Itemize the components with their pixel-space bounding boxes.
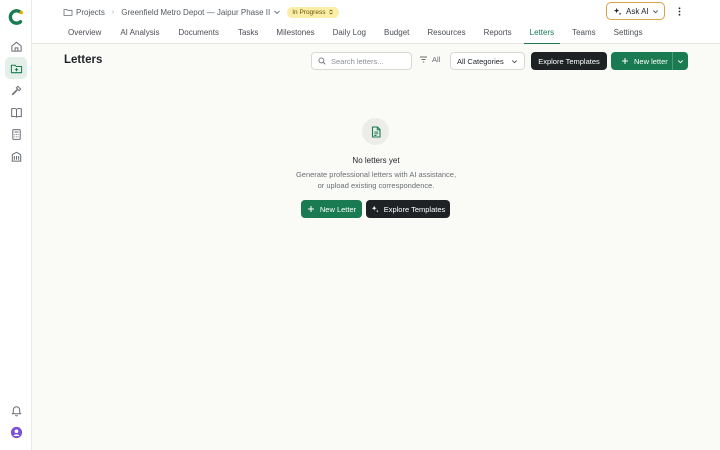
chevron-down-icon <box>677 59 684 63</box>
tab-budget[interactable]: Budget <box>384 28 409 44</box>
plus-icon <box>307 206 314 212</box>
sparkle-icon <box>613 7 622 15</box>
breadcrumb-project-name[interactable]: Greenfield Metro Depot — Jaipur Phase II <box>121 8 270 17</box>
sidebar-item-tools[interactable] <box>5 79 27 101</box>
notifications-button[interactable] <box>5 399 27 421</box>
new-letter-label: New letter <box>634 56 668 66</box>
empty-state-description: Generate professional letters with AI as… <box>0 169 720 191</box>
search-input[interactable]: Search letters... <box>311 52 412 70</box>
tab-teams[interactable]: Teams <box>572 28 596 44</box>
empty-state-icon-circle <box>362 118 389 145</box>
search-placeholder: Search letters... <box>331 56 384 66</box>
category-select-value: All Categories <box>457 56 504 66</box>
book-icon <box>10 107 22 118</box>
filter-label: All <box>432 55 441 64</box>
empty-state-description-line-1: Generate professional letters with AI as… <box>295 170 457 179</box>
empty-state-title: No letters yet <box>352 156 400 165</box>
tab-reports[interactable]: Reports <box>484 28 512 44</box>
explore-templates-label: Explore Templates <box>538 56 600 66</box>
tab-tasks[interactable]: Tasks <box>238 28 258 44</box>
empty-explore-templates-label: Explore Templates <box>383 204 446 214</box>
empty-explore-templates-button[interactable]: Explore Templates <box>366 200 450 218</box>
user-menu-button[interactable] <box>5 421 27 443</box>
user-avatar-icon <box>10 426 22 438</box>
plus-icon <box>622 58 628 64</box>
category-select[interactable]: All Categories <box>450 52 525 70</box>
ask-ai-label: Ask AI <box>626 6 649 16</box>
sidebar-item-estimates[interactable] <box>5 123 27 145</box>
bell-icon <box>11 405 21 416</box>
ask-ai-button[interactable]: Ask AI <box>606 2 665 20</box>
folder-icon <box>63 9 73 16</box>
tab-overview[interactable]: Overview <box>68 28 101 44</box>
search-icon <box>318 57 326 65</box>
empty-state-description-line-2: or upload existing correspondence. <box>317 181 435 190</box>
empty-new-letter-label: New Letter <box>319 204 357 214</box>
projects-icon <box>10 64 22 73</box>
tab-daily-log[interactable]: Daily Log <box>333 28 366 44</box>
tab-ai-analysis[interactable]: AI Analysis <box>120 28 159 44</box>
document-icon <box>371 125 381 138</box>
home-icon <box>10 41 22 52</box>
logo-icon[interactable] <box>7 8 25 26</box>
new-letter-dropdown-button[interactable] <box>672 52 688 70</box>
breadcrumb: Projects › Greenfield Metro Depot — Jaip… <box>63 5 340 19</box>
tab-settings[interactable]: Settings <box>614 28 643 44</box>
empty-new-letter-button[interactable]: New Letter <box>301 200 362 218</box>
top-bar: Projects › Greenfield Metro Depot — Jaip… <box>32 0 720 44</box>
chevron-down-icon[interactable] <box>273 8 281 16</box>
tab-resources[interactable]: Resources <box>427 28 465 44</box>
chevron-down-icon <box>652 10 659 14</box>
explore-templates-button[interactable]: Explore Templates <box>531 52 607 70</box>
new-letter-button[interactable]: New letter <box>611 52 688 70</box>
kebab-icon <box>678 6 680 16</box>
status-badge[interactable]: In Progress <box>287 6 340 18</box>
tab-letters[interactable]: Letters <box>523 28 561 44</box>
project-tabs: Overview AI Analysis Documents Tasks Mil… <box>68 28 643 44</box>
calculator-icon <box>11 128 21 140</box>
tab-documents[interactable]: Documents <box>178 28 218 44</box>
sparkle-icon <box>371 205 379 213</box>
filter-icon <box>420 56 427 63</box>
filter-button[interactable]: All <box>419 55 440 64</box>
status-badge-label: In Progress <box>292 8 326 16</box>
sidebar-item-projects[interactable] <box>5 57 27 79</box>
sidebar-item-library[interactable] <box>5 101 27 123</box>
breadcrumb-separator: › <box>111 8 115 16</box>
page-title: Letters <box>64 54 103 66</box>
chevron-updown-icon <box>329 9 334 15</box>
sidebar-item-home[interactable] <box>5 35 27 57</box>
chevron-down-icon <box>511 60 518 64</box>
tab-milestones[interactable]: Milestones <box>276 28 314 44</box>
tools-icon <box>11 85 21 95</box>
sidebar <box>0 0 32 450</box>
breadcrumb-projects-link[interactable]: Projects <box>76 8 105 17</box>
more-options-button[interactable] <box>674 4 684 18</box>
